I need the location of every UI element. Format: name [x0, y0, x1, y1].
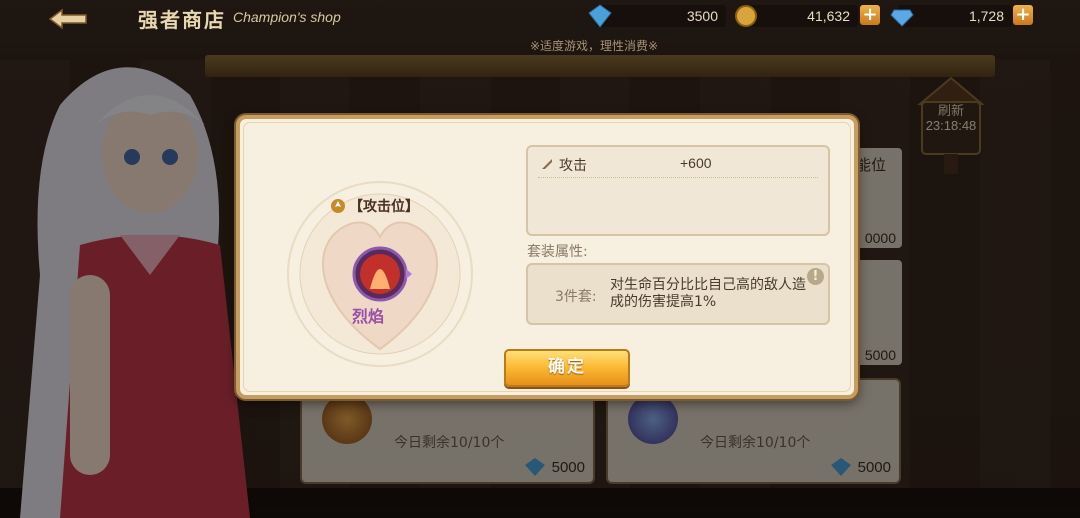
set-attributes-panel: 3件套: 对生命百分比比自己高的敌人造成的伤害提高1% !: [526, 263, 830, 325]
set-bonus-description: 对生命百分比比自己高的敌人造成的伤害提高1%: [610, 277, 806, 310]
stat-name: 攻击: [559, 158, 587, 174]
stat-divider: [538, 177, 818, 178]
position-text: 【攻击位】: [349, 199, 419, 215]
add-diamond-button[interactable]: +: [1013, 5, 1033, 25]
currency-diamond: 1,728: [890, 5, 1012, 27]
stat-panel: 攻击 +600: [526, 145, 830, 236]
back-arrow-icon[interactable]: [46, 8, 90, 30]
confirm-button[interactable]: 确定: [504, 349, 630, 387]
currency-value: 1,728: [968, 8, 1004, 24]
set-attributes-title: 套装属性:: [527, 244, 588, 260]
add-gold-button[interactable]: +: [860, 5, 880, 25]
equipment-name: 烈焰: [352, 307, 385, 326]
attack-position-icon: [331, 199, 345, 213]
stat-value: +600: [680, 155, 712, 171]
diamond-icon: [890, 9, 914, 27]
equipment-detail-dialog: 【攻击位】 烈焰 攻击 +600 套装属性: 3件套: 对生命百分比比自己高的敌…: [236, 115, 858, 399]
healthy-gaming-notice: ※适度游戏，理性消费※: [530, 39, 659, 53]
gold-coin-icon: [735, 5, 757, 27]
set-piece-count: 3件套:: [555, 289, 597, 305]
page-title: 强者商店: [138, 8, 226, 32]
currency-value: 41,632: [807, 8, 850, 24]
currency-gold: 41,632: [735, 5, 858, 27]
info-icon[interactable]: !: [807, 268, 824, 285]
currency-crystal: 3500: [588, 4, 726, 28]
sword-icon: [542, 159, 552, 169]
position-label: 【攻击位】: [330, 196, 419, 216]
top-bar: 强者商店 Champion's shop 3500 41,632 + 1,728…: [0, 0, 1080, 36]
page-subtitle: Champion's shop: [233, 9, 341, 25]
currency-value: 3500: [686, 8, 718, 24]
crystal-icon: [588, 4, 612, 28]
